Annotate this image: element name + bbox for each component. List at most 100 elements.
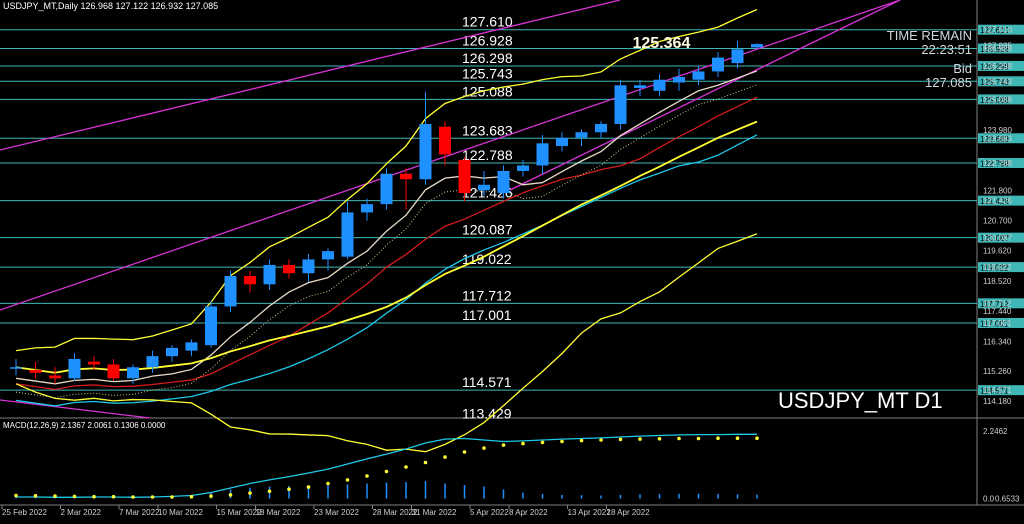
macd-y-tick-label: 0.6533 — [995, 495, 1020, 504]
x-tick-label: 7 Mar 2022 — [119, 508, 160, 517]
macd-signal-dot — [735, 436, 740, 441]
macd-signal-dot — [384, 469, 389, 474]
y-tick-label: 121.426 — [983, 197, 1012, 206]
x-tick-label: 13 Apr 2022 — [568, 508, 612, 517]
macd-signal-dot — [228, 493, 233, 497]
x-tick-label: 23 Mar 2022 — [314, 508, 359, 517]
candle-bull — [322, 251, 334, 260]
candle-bear — [88, 361, 100, 365]
macd-y-tick-label: 2.2462 — [983, 427, 1008, 436]
macd-signal-dot — [657, 437, 662, 441]
candle-bull — [380, 173, 393, 205]
candle-bull — [692, 71, 705, 80]
candle-bull — [614, 85, 627, 124]
macd-signal-dot — [92, 494, 96, 499]
candle-bear — [400, 173, 412, 180]
candle-bull — [575, 132, 588, 138]
candle-bear — [244, 276, 256, 285]
candle-bull — [10, 367, 22, 369]
candle-bull — [751, 44, 763, 48]
macd-signal-dot — [72, 494, 77, 499]
macd-signal-dot — [462, 450, 467, 454]
level-label: 114.571 — [462, 374, 512, 390]
macd-signal-dot — [189, 494, 194, 499]
level-label: 120.087 — [462, 222, 513, 238]
candle-bull — [536, 143, 549, 166]
candle-bull — [146, 356, 159, 368]
level-label: 125.088 — [462, 83, 513, 99]
level-label: 126.928 — [462, 33, 513, 49]
macd-signal-dot — [111, 494, 116, 499]
macd-signal-dot — [579, 438, 584, 443]
y-tick-label: 117.001 — [983, 319, 1012, 328]
macd-signal-dot — [131, 495, 135, 499]
macd-signal-dot — [423, 460, 428, 465]
level-label: 125.743 — [462, 65, 513, 81]
candle-bull — [419, 123, 432, 180]
macd-signal-dot — [638, 437, 642, 441]
candle-bull — [341, 212, 354, 257]
macd-signal-dot — [618, 437, 623, 442]
macd-signal-dot — [345, 478, 350, 482]
candle-bull — [595, 123, 607, 133]
level-label: 117.712 — [462, 287, 512, 303]
macd-signal-dot — [755, 436, 759, 441]
bid-value: 127.085 — [925, 75, 972, 90]
x-tick-label: 25 Feb 2022 — [2, 508, 47, 517]
macd-signal-dot — [53, 494, 57, 498]
x-tick-label: 2 Mar 2022 — [61, 508, 102, 517]
macd-signal-dot — [306, 485, 311, 489]
macd-signal-dot — [599, 438, 603, 442]
y-tick-label: 126.298 — [983, 62, 1012, 71]
candle-bull — [731, 49, 744, 64]
macd-signal-dot — [521, 441, 525, 446]
macd-signal-dot — [170, 495, 174, 499]
macd-signal-dot — [150, 495, 155, 499]
peak-price-label: 125.364 — [633, 35, 691, 52]
macd-y-tick-label: 0.0 — [983, 495, 995, 504]
candle-bull — [673, 76, 685, 83]
y-tick-label: 117.440 — [983, 307, 1012, 316]
x-tick-label: 31 Mar 2022 — [412, 508, 457, 517]
candle-bull — [127, 367, 139, 379]
y-tick-label: 127.610 — [983, 26, 1012, 35]
x-tick-label: 18 Apr 2022 — [607, 508, 651, 517]
time-remain-value: 22:23:51 — [921, 42, 972, 57]
chart-header-info: USDJPY_MT,Daily 126.968 127.122 126.932 … — [3, 1, 219, 11]
candle-bull — [361, 204, 373, 213]
level-label: 117.001 — [462, 307, 512, 323]
x-tick-label: 8 Apr 2022 — [509, 508, 548, 517]
candle-bull — [517, 165, 529, 171]
y-tick-label: 118.520 — [983, 277, 1012, 286]
y-tick-label: 125.088 — [983, 95, 1012, 104]
y-tick-label: 114.571 — [983, 386, 1012, 395]
y-tick-label: 116.340 — [983, 337, 1012, 346]
candle-bull — [205, 306, 217, 346]
macd-signal-dot — [501, 443, 506, 447]
candle-bear — [439, 126, 451, 155]
candle-bull — [497, 170, 510, 194]
candle-bull — [653, 79, 666, 91]
macd-signal-dot — [365, 474, 369, 478]
candle-bull — [224, 276, 237, 307]
candle-bull — [263, 264, 276, 285]
y-tick-label: 126.928 — [983, 45, 1012, 54]
candle-bull — [478, 184, 490, 191]
macd-signal-dot — [326, 481, 330, 486]
price-chart-svg[interactable]: 127.610127.610126.928126.928126.298126.2… — [0, 0, 1024, 519]
level-label: 119.022 — [462, 251, 512, 267]
macd-header: MACD(12,26,9) 2.1367 2.0061 0.1306 0.000… — [3, 421, 166, 430]
candle-bear — [283, 264, 295, 274]
y-tick-label: 125.743 — [983, 77, 1012, 86]
macd-signal-dot — [267, 489, 272, 494]
symbol-timeframe-label: USDJPY_MT D1 — [778, 388, 943, 413]
chart-window[interactable]: 127.610 127.610 126.928 126.928 126.298 126.2… — [0, 0, 1024, 519]
candle-bear — [107, 364, 120, 379]
macd-signal-dot — [14, 493, 18, 498]
candle-bull — [68, 358, 81, 379]
macd-signal-dot — [540, 440, 545, 445]
candle-bull — [634, 85, 646, 89]
macd-signal-dot — [248, 491, 252, 495]
candle-bull — [166, 347, 178, 357]
y-tick-label: 119.022 — [983, 263, 1012, 272]
